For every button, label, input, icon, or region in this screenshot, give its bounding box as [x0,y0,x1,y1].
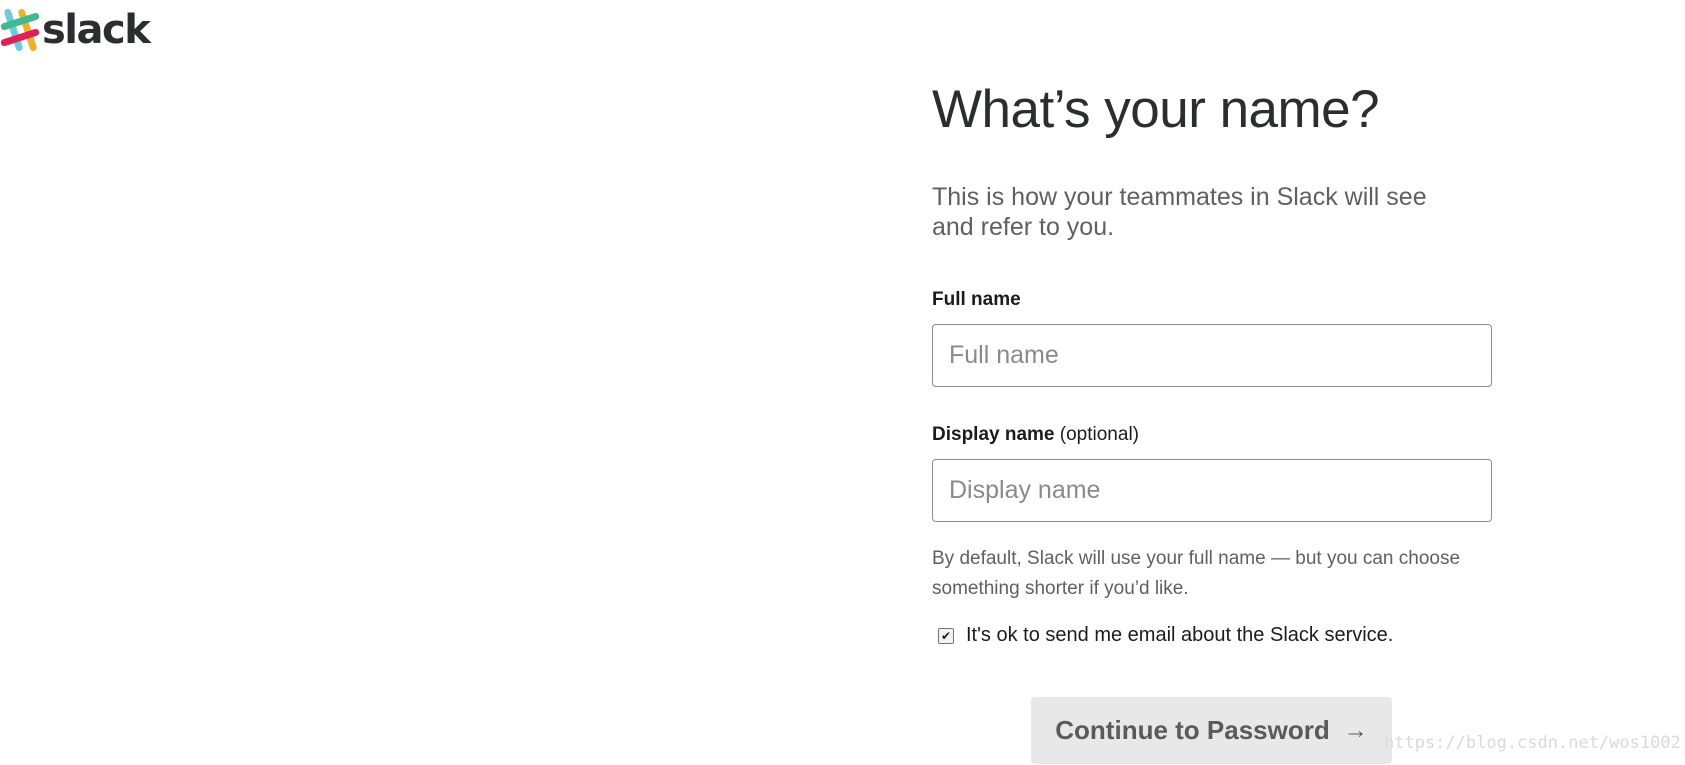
full-name-label-text: Full name [932,289,1021,310]
slack-hash-logo-icon [0,8,40,52]
continue-to-password-button[interactable]: Continue to Password → [1031,697,1392,764]
watermark-text: https://blog.csdn.net/wos1002 [1384,733,1681,753]
display-name-hint: By default, Slack will use your full nam… [932,548,1461,599]
email-opt-in-checkbox[interactable]: ✔ [938,627,954,644]
name-form: What’s your name? This is how your teamm… [932,72,1492,647]
full-name-label: Full name [932,288,1492,312]
display-name-input[interactable] [932,459,1492,522]
signup-page: slack What’s your name? This is how your… [0,0,1685,765]
full-name-input[interactable] [932,324,1492,387]
slack-logo[interactable]: slack [0,6,151,54]
page-subtitle: This is how your teammates in Slack will… [932,183,1427,241]
display-name-label-text: Display name [932,424,1055,445]
optional-tag: (optional) [1059,424,1139,445]
display-name-label: Display name (optional) [932,423,1492,447]
checkmark-icon: ✔ [940,628,952,643]
arrow-right-icon: → [1343,716,1368,744]
continue-button-label: Continue to Password [1055,715,1330,745]
email-opt-in-label[interactable]: It's ok to send me email about the Slack… [966,624,1393,647]
email-opt-in[interactable]: ✔ It's ok to send me email about the Sla… [932,624,1492,647]
page-title: What’s your name? [932,80,1380,139]
slack-wordmark: slack [42,7,151,53]
